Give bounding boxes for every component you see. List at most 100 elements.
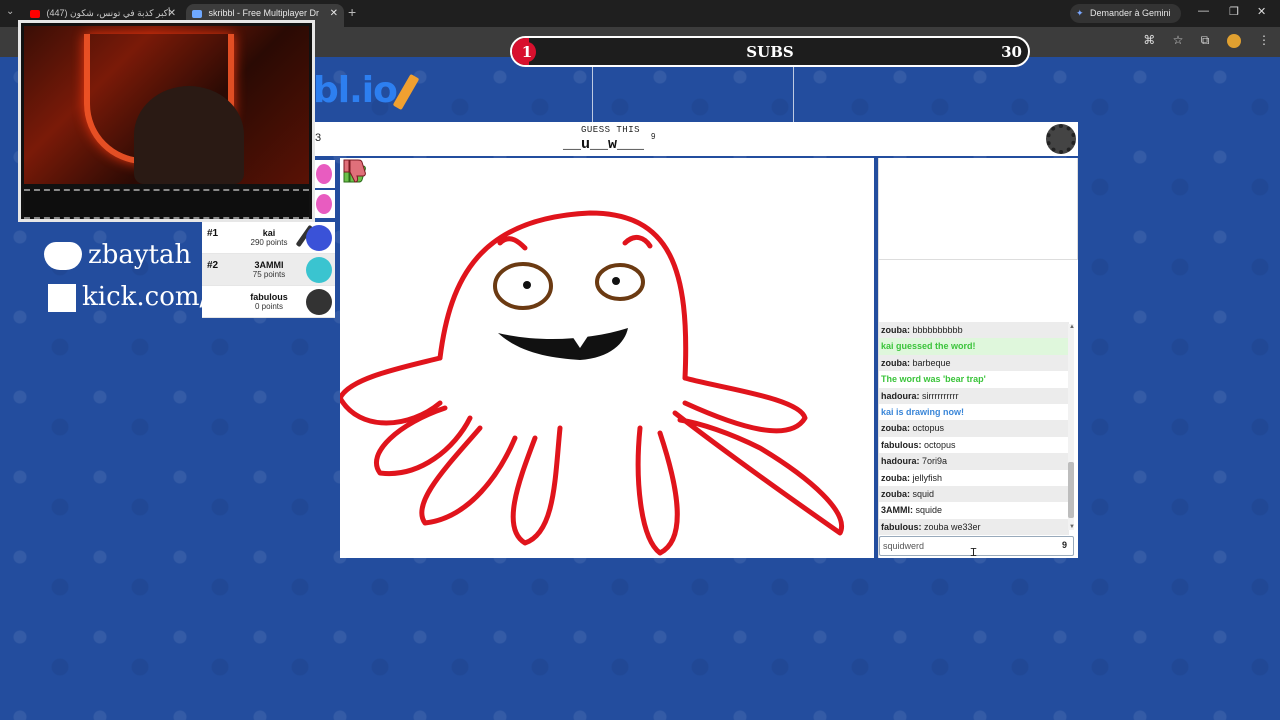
chat-scrollbar[interactable]	[1068, 324, 1074, 530]
chat-username: zouba:	[881, 472, 910, 483]
gemini-icon: ✦	[1076, 8, 1084, 18]
player-rank: #2	[207, 260, 219, 271]
chat-blank-area	[879, 158, 1078, 260]
chat-message: zouba: squid	[879, 485, 1069, 503]
logo-text: bl.io	[313, 70, 398, 111]
subs-goal-bar: 1 SUBS 30	[510, 36, 1030, 67]
chat-text: 7ori9a	[922, 456, 948, 467]
webcam-overlay	[18, 20, 315, 222]
scroll-up-icon[interactable]: ▲	[1069, 324, 1075, 330]
chat-username: zouba:	[881, 325, 910, 335]
chat-text: barbeque	[912, 357, 951, 368]
chat-message: kai guessed the word!	[879, 338, 1069, 355]
player-avatar	[306, 289, 332, 315]
kick-text: kick.com/zbaytah	[82, 282, 202, 312]
discord-text: zbaytah	[88, 240, 192, 270]
player-row[interactable]: fabulous 0 points	[202, 286, 335, 318]
youtube-favicon-icon	[30, 9, 40, 18]
chat-message: 3AMMI: squide	[879, 502, 1069, 518]
chat-username: 3AMMI:	[881, 505, 913, 516]
player-name: fabulous	[250, 292, 288, 302]
chat-messages: zouba: bbbbbbbbbb kai guessed the word! zo…	[879, 322, 1069, 536]
player-rank: #1	[207, 228, 219, 239]
chat-username: zouba:	[881, 423, 910, 434]
player-row[interactable]: #2 3AMMI 75 points	[202, 254, 335, 286]
chat-text: zouba we33er	[924, 521, 981, 532]
menu-kebab-icon[interactable]: ⋮	[1258, 33, 1270, 47]
chat-message: kai is drawing now!	[879, 404, 1069, 420]
gemini-label: Demander à Gemini	[1090, 8, 1171, 18]
drawing-canvas[interactable]	[340, 158, 874, 558]
thumbs-down-icon[interactable]	[340, 158, 366, 184]
kick-handle: kick.com/zbaytah	[48, 282, 202, 312]
chat-message: fabulous: octopus	[879, 437, 1069, 453]
round-counter: 3	[315, 132, 322, 144]
chat-text: squide	[915, 505, 943, 516]
player-points: 0 points	[254, 302, 284, 311]
mouth	[498, 328, 628, 360]
profile-avatar[interactable]	[1226, 33, 1241, 48]
player-avatar	[313, 160, 335, 188]
input-char-count: 9	[1061, 540, 1067, 550]
extensions-icon[interactable]: ⧉	[1201, 33, 1210, 47]
gemini-button[interactable]: ✦ Demander à Gemini	[1070, 4, 1181, 23]
webcam-video	[24, 26, 309, 184]
chat-text: jellyfish	[912, 472, 943, 483]
socials-overlay: zbaytah kick.com/zbaytah	[44, 240, 202, 320]
streamer	[134, 86, 244, 184]
discord-icon	[44, 242, 82, 270]
chat-message: fabulous: zouba we33er	[879, 518, 1069, 536]
skribbl-logo: bl.io	[313, 70, 420, 111]
player-points: 290 points	[250, 238, 288, 247]
scrollbar-thumb[interactable]	[1068, 462, 1074, 518]
player-list: #1 kai 290 points #2 3AMMI 75 points fab…	[202, 222, 335, 318]
chat-message: hadoura: sirrrrrrrrrr	[879, 387, 1069, 404]
chat-message: hadoura: 7ori9a	[879, 453, 1069, 470]
word-length: 9	[651, 132, 656, 141]
bookmark-star-icon[interactable]: ☆	[1173, 33, 1184, 47]
scroll-down-icon[interactable]: ▼	[1069, 524, 1075, 530]
player-avatars-clipped	[313, 160, 335, 220]
chat-text: kai guessed the word!	[881, 341, 976, 352]
restore-icon[interactable]: ❐	[1229, 5, 1239, 18]
player-row[interactable]: #1 kai 290 points	[202, 222, 335, 254]
chat-text: octopus	[924, 439, 956, 450]
translate-icon[interactable]: ⌘	[1143, 33, 1155, 47]
chat-text: squid	[912, 488, 935, 499]
close-tab-icon[interactable]: ✕	[330, 4, 338, 23]
chat-text: The word was 'bear trap'	[881, 374, 986, 385]
game-header: 3 GUESS THIS __u__w___ 9	[313, 122, 1078, 156]
chat-username: zouba:	[881, 488, 910, 499]
chat-username: zouba:	[881, 357, 910, 368]
tab-label: skribbl - Free Multiplayer Dr	[208, 8, 320, 18]
subs-title: SUBS	[746, 43, 794, 61]
right-pupil	[612, 277, 620, 285]
overlay-frame	[592, 58, 794, 124]
close-window-icon[interactable]: ✕	[1257, 5, 1266, 18]
octopus-drawing	[340, 210, 844, 556]
subs-target: 30	[1001, 43, 1022, 61]
chat-message: zouba: barbeque	[879, 354, 1069, 372]
player-avatar	[313, 190, 335, 218]
player-avatar	[306, 257, 332, 283]
chat-username: fabulous:	[881, 439, 922, 450]
text-cursor-icon: Ｉ	[968, 547, 979, 559]
chat-text: kai is drawing now!	[881, 406, 965, 417]
tab-search-chevron-icon[interactable]: ⌄	[6, 6, 14, 17]
webcam-strip	[24, 189, 309, 219]
chat-username: hadoura:	[881, 390, 920, 401]
chat-text: sirrrrrrrrrr	[922, 390, 959, 401]
chat-message: zouba: octopus	[879, 420, 1069, 437]
chat-username: fabulous:	[881, 521, 922, 532]
chat-panel: zouba: bbbbbbbbbb kai guessed the word! zo…	[878, 158, 1078, 558]
player-points: 75 points	[252, 270, 286, 279]
word-hint: __u__w___	[563, 136, 645, 153]
chat-text: bbbbbbbbbb	[912, 325, 963, 335]
minimize-icon[interactable]: —	[1198, 5, 1209, 17]
settings-gear-icon[interactable]	[1046, 124, 1076, 154]
chat-message: The word was 'bear trap'	[879, 371, 1069, 387]
player-name: 3AMMI	[254, 260, 284, 270]
new-tab-icon[interactable]: +	[348, 4, 356, 20]
skribbl-favicon-icon	[192, 9, 202, 18]
tab-label: (447) أكبر كذبة في تونس، شكون	[46, 8, 171, 18]
